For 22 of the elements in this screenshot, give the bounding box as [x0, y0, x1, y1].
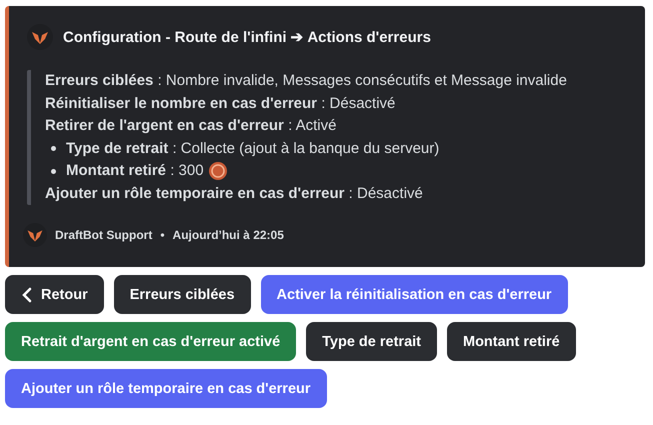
back-button[interactable]: Retour: [5, 275, 104, 314]
footer-time: Aujourd’hui à 22:05: [172, 228, 284, 242]
action-button[interactable]: Type de retrait: [306, 322, 437, 361]
field-text: Montant retiré : 300: [66, 161, 204, 181]
field-text: Ajouter un rôle temporaire en cas d'erreur : Désactivé: [45, 184, 423, 204]
field-text: Erreurs ciblées : Nombre invalide, Messages consécutifs et Message invalide: [45, 71, 567, 91]
action-button[interactable]: Ajouter un rôle temporaire en cas d'erreur: [5, 369, 327, 408]
field-text: Retirer de l'argent en cas d'erreur : Activé: [45, 116, 336, 136]
bot-avatar-icon: [27, 24, 53, 50]
action-button[interactable]: Activer la réinitialisation en cas d'erreur: [260, 275, 568, 314]
action-button[interactable]: Montant retiré: [447, 322, 576, 361]
bullet-icon: [51, 168, 56, 174]
embed-title: Configuration - Route de l'infini ➔ Actions d'erreurs: [63, 28, 431, 46]
bot-avatar-icon: [23, 223, 47, 247]
bullet-icon: [51, 146, 56, 152]
action-button[interactable]: Erreurs ciblées: [114, 275, 251, 314]
footer-author: DraftBot Support: [55, 228, 152, 242]
footer-separator: •: [160, 228, 165, 242]
field-text: Type de retrait : Collecte (ajout à la banque du serveur): [66, 138, 440, 158]
action-button[interactable]: Retrait d'argent en cas d'erreur activé: [5, 322, 296, 361]
back-icon: [21, 286, 33, 302]
field-text: Réinitialiser le nombre en cas d'erreur : Désactivé: [45, 94, 396, 114]
